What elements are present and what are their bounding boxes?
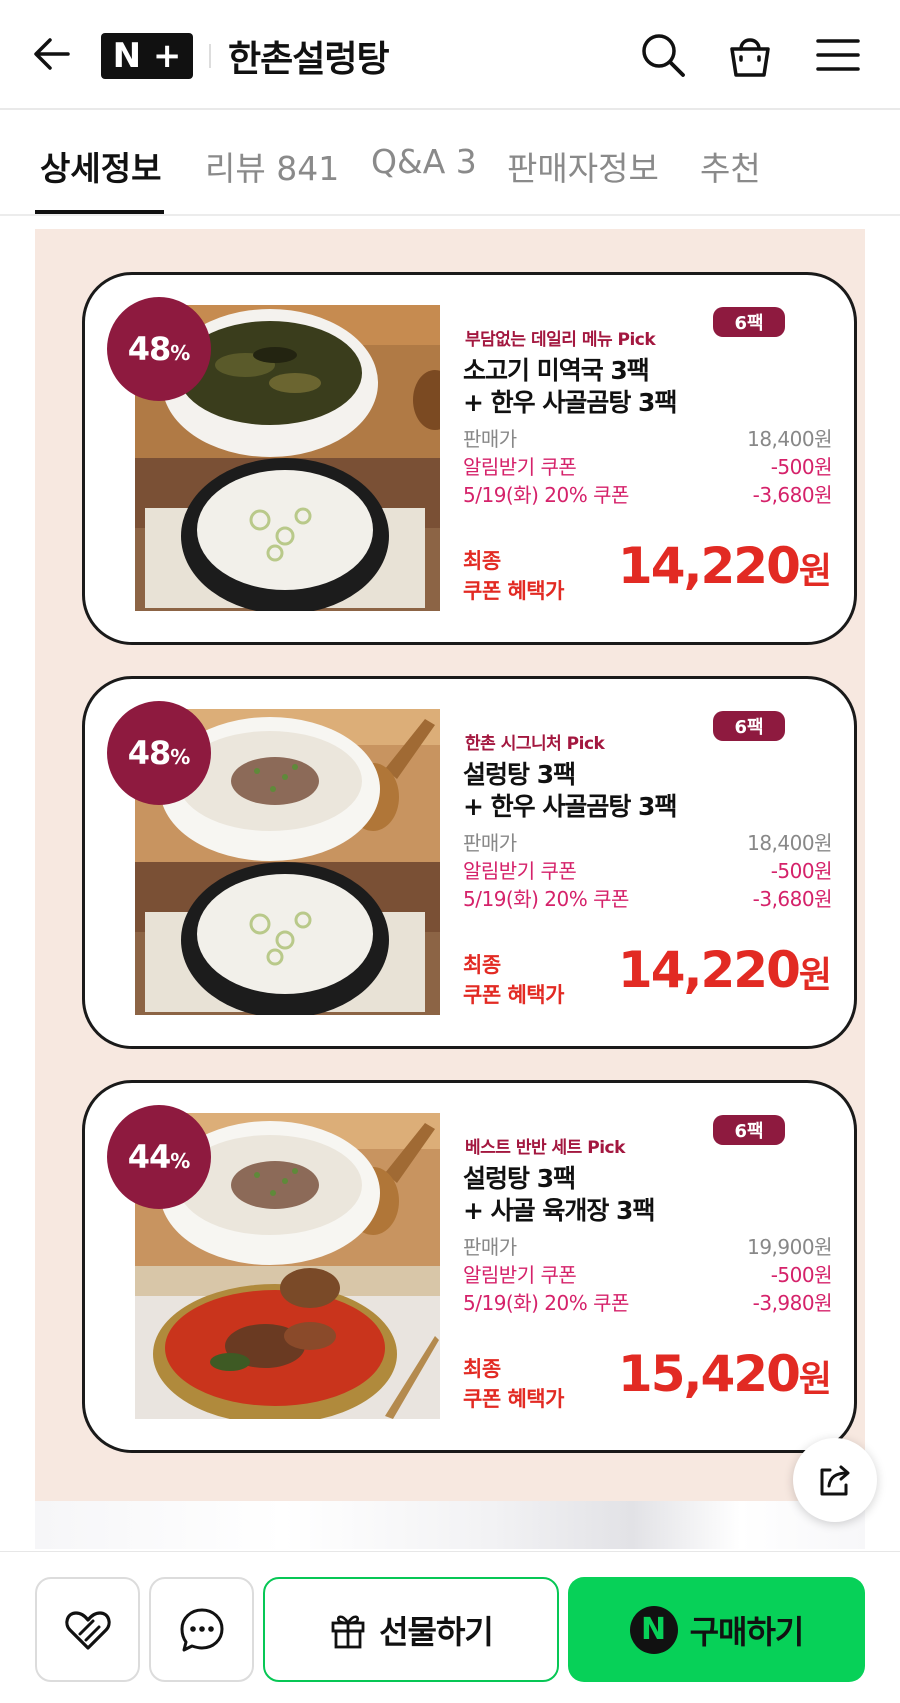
final-price: 14,220원	[618, 941, 832, 999]
final-label-1: 최종	[463, 549, 501, 573]
coupon2-label: 5/19(화) 20% 쿠폰	[463, 887, 629, 911]
price-label: 판매가	[463, 831, 517, 855]
final-label-1: 최종	[463, 953, 501, 977]
price-value: 18,400원	[747, 427, 832, 451]
product-name-line2: + 사골 육개장 3팩	[463, 1196, 655, 1225]
store-name[interactable]: 한촌설렁탕	[228, 30, 390, 82]
price-value: 18,400원	[747, 831, 832, 855]
product-card[interactable]: 48 % 부담없는 데일리 메뉴 Pick 6팩 소고기 미역국 3팩 + 한우…	[82, 272, 857, 645]
percent-sign: %	[170, 341, 191, 365]
pack-badge: 6팩	[713, 307, 785, 337]
pack-badge: 6팩	[713, 1115, 785, 1145]
tab-detail[interactable]: 상세정보	[40, 142, 161, 190]
wishlist-button[interactable]	[35, 1577, 140, 1682]
pack-badge: 6팩	[713, 711, 785, 741]
tab-bar: 상세정보 리뷰 841 Q&A 3 판매자정보 추천	[0, 110, 900, 216]
product-name-line1: 소고기 미역국 3팩	[463, 356, 650, 385]
search-button[interactable]	[638, 30, 688, 80]
final-price-unit: 원	[798, 551, 832, 592]
bottom-action-bar: 선물하기 N 구매하기	[0, 1551, 900, 1703]
tab-seller-info[interactable]: 판매자정보	[507, 142, 659, 190]
coupon1-value: -500원	[770, 455, 833, 479]
pick-tagline: 부담없는 데일리 메뉴 Pick	[465, 330, 656, 350]
coupon1-label: 알림받기 쿠폰	[463, 1263, 577, 1287]
product-card[interactable]: 44 % 베스트 반반 세트 Pick 6팩 설렁탕 3팩 + 사골 육개장 3…	[82, 1080, 857, 1453]
discount-percent: 44	[127, 1138, 172, 1176]
active-tab-indicator	[35, 210, 164, 214]
naver-plus-logo[interactable]: N +	[101, 33, 193, 79]
gift-button[interactable]: 선물하기	[263, 1577, 559, 1682]
coupon2-value: -3,980원	[752, 1291, 833, 1315]
app-header: N + 한촌설렁탕	[0, 0, 900, 110]
discount-percent: 48	[127, 734, 172, 772]
product-detail-banner: 48 % 부담없는 데일리 메뉴 Pick 6팩 소고기 미역국 3팩 + 한우…	[35, 229, 865, 1501]
yukgaejang-image	[135, 1266, 440, 1419]
back-button[interactable]	[30, 32, 74, 76]
bone-broth-image	[135, 458, 440, 611]
product-card[interactable]: 48 % 한촌 시그니처 Pick 6팩 설렁탕 3팩 + 한우 사골곰탕 3팩…	[82, 676, 857, 1049]
final-price-number: 14,220	[617, 941, 801, 999]
discount-badge: 44 %	[107, 1105, 211, 1209]
product-name-line2: + 한우 사골곰탕 3팩	[463, 388, 677, 417]
final-label-2: 쿠폰 혜택가	[463, 579, 564, 603]
coupon2-value: -3,680원	[752, 483, 833, 507]
final-price-unit: 원	[798, 955, 832, 996]
menu-button[interactable]	[813, 30, 863, 80]
percent-sign: %	[170, 1149, 191, 1173]
discount-badge: 48 %	[107, 297, 211, 401]
bone-broth-image	[135, 862, 440, 1015]
pick-tagline: 베스트 반반 세트 Pick	[465, 1138, 625, 1158]
buy-label: 구매하기	[689, 1612, 805, 1651]
shopping-bag-icon	[730, 38, 770, 77]
final-label-1: 최종	[463, 1357, 501, 1381]
final-price-number: 14,220	[617, 537, 801, 595]
back-arrow-icon	[34, 38, 70, 70]
product-name-line2: + 한우 사골곰탕 3팩	[463, 792, 677, 821]
heart-icon	[64, 1610, 111, 1650]
buy-button[interactable]: N 구매하기	[568, 1577, 865, 1682]
tab-recommend[interactable]: 추천	[700, 142, 761, 190]
final-label-2: 쿠폰 혜택가	[463, 983, 564, 1007]
hamburger-menu-icon	[816, 39, 860, 71]
next-section-preview	[35, 1501, 865, 1549]
coupon2-label: 5/19(화) 20% 쿠폰	[463, 483, 629, 507]
logo-n: N	[112, 36, 142, 76]
coupon1-value: -500원	[770, 1263, 833, 1287]
price-label: 판매가	[463, 1235, 517, 1259]
discount-badge: 48 %	[107, 701, 211, 805]
share-button[interactable]	[793, 1438, 877, 1522]
coupon1-label: 알림받기 쿠폰	[463, 859, 577, 883]
gift-icon	[331, 1614, 365, 1648]
final-price-unit: 원	[798, 1359, 832, 1400]
chat-icon	[180, 1608, 223, 1651]
final-label-2: 쿠폰 혜택가	[463, 1387, 564, 1411]
coupon2-value: -3,680원	[752, 887, 833, 911]
product-name-line1: 설렁탕 3팩	[463, 760, 576, 789]
coupon1-label: 알림받기 쿠폰	[463, 455, 577, 479]
naver-n-icon: N	[629, 1605, 678, 1654]
product-name-line1: 설렁탕 3팩	[463, 1164, 576, 1193]
gift-label: 선물하기	[379, 1612, 494, 1651]
price-label: 판매가	[463, 427, 517, 451]
final-price: 15,420원	[618, 1345, 832, 1403]
final-price: 14,220원	[618, 537, 832, 595]
discount-percent: 48	[127, 330, 172, 368]
tab-reviews[interactable]: 리뷰 841	[205, 142, 339, 190]
cart-button[interactable]	[725, 30, 775, 80]
tab-qna[interactable]: Q&A 3	[371, 142, 477, 181]
logo-plus: +	[152, 36, 182, 76]
share-icon	[820, 1465, 850, 1496]
final-price-number: 15,420	[617, 1345, 801, 1403]
percent-sign: %	[170, 745, 191, 769]
coupon1-value: -500원	[770, 859, 833, 883]
price-value: 19,900원	[747, 1235, 832, 1259]
logo-divider	[209, 44, 211, 68]
pick-tagline: 한촌 시그니처 Pick	[465, 734, 605, 754]
coupon2-label: 5/19(화) 20% 쿠폰	[463, 1291, 629, 1315]
search-icon	[642, 34, 685, 77]
talk-button[interactable]	[149, 1577, 254, 1682]
